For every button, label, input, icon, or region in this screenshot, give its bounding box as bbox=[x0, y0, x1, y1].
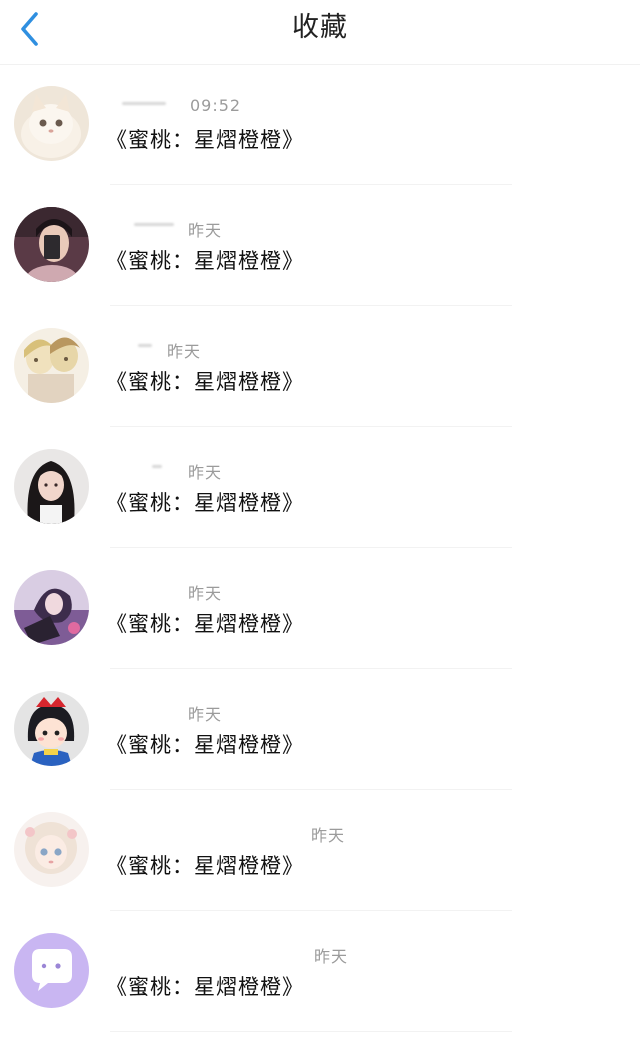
blurred-username bbox=[152, 465, 162, 468]
timestamp: 昨天 bbox=[188, 463, 223, 482]
favorite-item[interactable]: 昨天 《蜜桃：星熠橙橙》 bbox=[0, 427, 640, 548]
timestamp: 昨天 bbox=[314, 947, 349, 966]
favorite-item[interactable]: 昨天 《蜜桃：星熠橙橙》 bbox=[0, 669, 640, 790]
anime-couple-avatar[interactable] bbox=[14, 328, 89, 403]
anime-purple-avatar[interactable] bbox=[14, 570, 89, 645]
favorite-text: 《蜜桃：星熠橙橙》 bbox=[106, 733, 304, 757]
cartoon-girl-avatar[interactable] bbox=[14, 691, 89, 766]
page-title: 收藏 bbox=[292, 12, 348, 43]
blurred-username bbox=[138, 344, 152, 347]
timestamp: 昨天 bbox=[188, 584, 223, 603]
navigation-bar: 收藏 bbox=[0, 0, 640, 65]
favorite-text: 《蜜桃：星熠橙橙》 bbox=[106, 128, 304, 152]
favorite-text: 《蜜桃：星熠橙橙》 bbox=[106, 249, 304, 273]
girl-portrait-avatar[interactable] bbox=[14, 449, 89, 524]
favorite-item[interactable]: 昨天 《蜜桃：星熠橙橙》 bbox=[0, 548, 640, 669]
favorites-list: 09:52 《蜜桃：星熠橙橙》 昨天 《蜜桃：星熠橙橙》 昨天 《蜜桃：星熠橙橙… bbox=[0, 64, 640, 1032]
timestamp: 昨天 bbox=[311, 826, 346, 845]
row-divider bbox=[110, 1031, 512, 1032]
favorite-text: 《蜜桃：星熠橙橙》 bbox=[106, 491, 304, 515]
timestamp: 昨天 bbox=[188, 221, 223, 240]
kitten-avatar[interactable] bbox=[14, 86, 89, 161]
favorite-item[interactable]: 昨天 《蜜桃：星熠橙橙》 bbox=[0, 911, 640, 1032]
blurred-username bbox=[134, 223, 174, 226]
favorite-item[interactable]: 昨天 《蜜桃：星熠橙橙》 bbox=[0, 306, 640, 427]
favorite-text: 《蜜桃：星熠橙橙》 bbox=[106, 370, 304, 394]
favorite-item[interactable]: 09:52 《蜜桃：星熠橙橙》 bbox=[0, 64, 640, 185]
timestamp: 昨天 bbox=[167, 342, 202, 361]
blurred-username bbox=[122, 102, 166, 105]
timestamp: 09:52 bbox=[190, 96, 242, 115]
chat-bubble-avatar[interactable] bbox=[14, 933, 89, 1008]
favorite-item[interactable]: 昨天 《蜜桃：星熠橙橙》 bbox=[0, 185, 640, 306]
favorite-text: 《蜜桃：星熠橙橙》 bbox=[106, 854, 304, 878]
favorites-page: 收藏 09:52 《蜜桃：星熠橙橙》 昨天 《蜜桃：星熠橙橙》 昨天 《蜜桃：星… bbox=[0, 0, 640, 1043]
favorite-text: 《蜜桃：星熠橙橙》 bbox=[106, 975, 304, 999]
selfie-avatar[interactable] bbox=[14, 207, 89, 282]
favorite-item[interactable]: 昨天 《蜜桃：星熠橙橙》 bbox=[0, 790, 640, 911]
doll-avatar[interactable] bbox=[14, 812, 89, 887]
timestamp: 昨天 bbox=[188, 705, 223, 724]
favorite-text: 《蜜桃：星熠橙橙》 bbox=[106, 612, 304, 636]
